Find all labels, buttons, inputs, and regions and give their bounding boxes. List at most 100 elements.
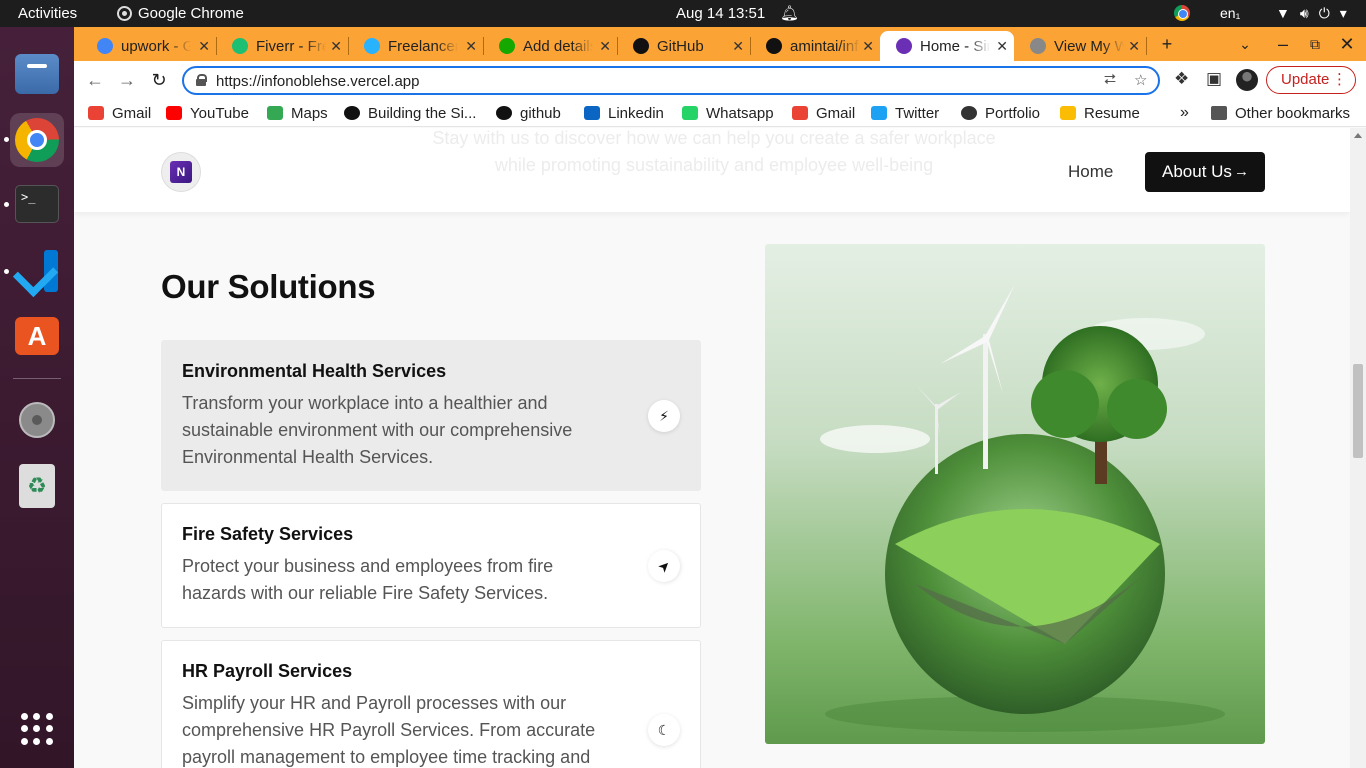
share-icon[interactable]: ⮂ bbox=[1104, 71, 1116, 88]
browser-tab[interactable]: upwork - Google ✕ bbox=[81, 31, 217, 61]
close-tab-icon[interactable]: ✕ bbox=[330, 38, 342, 55]
bookmark-star-icon[interactable]: ☆ bbox=[1134, 71, 1147, 89]
bookmark-item[interactable]: Linkedin bbox=[584, 103, 664, 123]
solution-card[interactable]: HR Payroll Services Simplify your HR and… bbox=[161, 640, 701, 768]
page-scrollbar[interactable] bbox=[1350, 128, 1366, 768]
solution-description: Simplify your HR and Payroll processes w… bbox=[182, 693, 596, 767]
solution-description: Transform your workplace into a healthie… bbox=[182, 393, 573, 467]
bookmark-item[interactable]: Gmail bbox=[792, 103, 855, 123]
dock-trash[interactable]: ♻ bbox=[10, 459, 64, 513]
browser-tab[interactable]: View My Work✕ bbox=[1014, 31, 1147, 61]
language-indicator[interactable]: en₁ bbox=[1220, 0, 1240, 27]
browser-tab[interactable]: GitHub ✕ bbox=[617, 31, 751, 61]
forward-button[interactable]: → bbox=[114, 68, 140, 94]
dock-disc[interactable] bbox=[10, 393, 64, 447]
bookmark-item[interactable]: Whatsapp bbox=[682, 103, 774, 123]
browser-tab[interactable]: Fiverr - Freelance✕ bbox=[216, 31, 349, 61]
new-tab-button[interactable]: + bbox=[1153, 31, 1181, 59]
bell-icon[interactable]: 🔔︎ bbox=[780, 0, 799, 27]
close-tab-icon[interactable]: ✕ bbox=[996, 38, 1008, 55]
tab-separator bbox=[1146, 37, 1147, 55]
bookmark-label: Building the Si... bbox=[368, 104, 477, 122]
bookmark-label: Resume bbox=[1084, 104, 1140, 122]
solution-card[interactable]: Environmental Health Services Transform … bbox=[161, 340, 701, 491]
chrome-tray-icon[interactable] bbox=[1174, 5, 1190, 21]
site-header: Stay with us to discover how we can help… bbox=[74, 128, 1350, 212]
faded-tagline-line-2: while promoting sustainability and emplo… bbox=[494, 155, 934, 175]
close-tab-icon[interactable]: ✕ bbox=[862, 38, 874, 55]
scrollbar-thumb[interactable] bbox=[1353, 364, 1363, 458]
bookmark-item[interactable]: Resume bbox=[1060, 103, 1140, 123]
folder-icon bbox=[1211, 106, 1227, 120]
globe-icon bbox=[1030, 38, 1046, 54]
vscode-icon bbox=[16, 250, 58, 292]
side-panel-icon[interactable]: ▣ bbox=[1206, 69, 1222, 89]
app-menu[interactable]: Google Chrome bbox=[117, 0, 244, 27]
logo-mark-icon: N bbox=[170, 161, 192, 183]
site-favicon bbox=[896, 38, 912, 54]
bookmark-item[interactable]: github bbox=[496, 103, 561, 123]
address-bar[interactable]: ⮂ ☆ bbox=[182, 66, 1160, 95]
bookmark-item[interactable]: Gmail bbox=[88, 103, 151, 123]
other-bookmarks-folder[interactable]: Other bookmarks bbox=[1211, 103, 1350, 123]
maximize-button[interactable]: ⧉ bbox=[1301, 31, 1329, 59]
profile-avatar[interactable] bbox=[1236, 69, 1258, 91]
tab-label: Fiverr - Freelance bbox=[256, 37, 326, 55]
minimize-button[interactable]: – bbox=[1269, 31, 1297, 59]
tab-label: Add details bbox=[523, 37, 593, 55]
dock-files[interactable] bbox=[10, 47, 64, 101]
back-button[interactable]: ← bbox=[82, 68, 108, 94]
lock-icon[interactable] bbox=[196, 74, 207, 86]
bookmark-item[interactable]: Portfolio bbox=[961, 103, 1040, 123]
close-tab-icon[interactable]: ✕ bbox=[465, 38, 477, 55]
running-indicator bbox=[4, 202, 9, 207]
url-input[interactable] bbox=[216, 71, 1076, 91]
vercel-icon bbox=[344, 106, 360, 120]
bookmark-item[interactable]: Twitter bbox=[871, 103, 939, 123]
site-logo[interactable]: N bbox=[161, 152, 201, 192]
running-indicator bbox=[4, 269, 9, 274]
browser-tab[interactable]: Home - Simple ✕ bbox=[880, 31, 1014, 61]
browser-tab[interactable]: Add details ✕ bbox=[483, 31, 618, 61]
about-us-button[interactable]: About Us → bbox=[1145, 152, 1265, 192]
solution-card[interactable]: Fire Safety Services Protect your busine… bbox=[161, 503, 701, 628]
more-bookmarks-button[interactable]: » bbox=[1180, 103, 1189, 123]
bookmark-item[interactable]: YouTube bbox=[166, 103, 249, 123]
browser-tab[interactable]: Freelancer ✕ bbox=[348, 31, 484, 61]
tab-label: View My Work bbox=[1054, 37, 1124, 55]
github-icon bbox=[766, 38, 782, 54]
close-tab-icon[interactable]: ✕ bbox=[599, 38, 611, 55]
activities-button[interactable]: Activities bbox=[18, 0, 77, 27]
extensions-icon[interactable]: ❖ bbox=[1174, 69, 1189, 89]
chevron-down-icon: ▾ bbox=[1339, 5, 1347, 21]
hero-image bbox=[765, 244, 1265, 744]
dock-chrome[interactable] bbox=[10, 113, 64, 167]
moon-icon: ☾ bbox=[648, 714, 680, 746]
scroll-up-arrow-icon[interactable] bbox=[1354, 133, 1362, 138]
system-menu[interactable]: ▼ 🔊︎ ⏻ ▾ bbox=[1276, 0, 1347, 27]
bookmark-item[interactable]: Maps bbox=[267, 103, 328, 123]
navigation-arrow-icon: ➤ bbox=[641, 543, 687, 589]
bookmark-label: Whatsapp bbox=[706, 104, 774, 122]
app-grid-icon[interactable] bbox=[21, 713, 53, 745]
system-top-bar: Activities Google Chrome Aug 14 13:51 🔔︎… bbox=[0, 0, 1366, 27]
close-tab-icon[interactable]: ✕ bbox=[198, 38, 210, 55]
update-button[interactable]: Update ⋮ bbox=[1266, 66, 1356, 94]
gmail-icon bbox=[88, 106, 104, 120]
dock-app-store[interactable]: A bbox=[10, 309, 64, 363]
tab-search-button[interactable]: ⌄ bbox=[1231, 31, 1259, 59]
close-tab-icon[interactable]: ✕ bbox=[732, 38, 744, 55]
reload-button[interactable]: ↻ bbox=[146, 68, 172, 94]
tab-label: GitHub bbox=[657, 37, 704, 55]
browser-tab[interactable]: amintai/infonoble✕ bbox=[750, 31, 880, 61]
close-window-button[interactable]: ✕ bbox=[1333, 31, 1361, 59]
nav-home-link[interactable]: Home bbox=[1068, 162, 1113, 182]
power-icon: ⏻ bbox=[1318, 5, 1330, 21]
bookmark-item[interactable]: Building the Si... bbox=[344, 103, 476, 123]
dock-terminal[interactable]: >_ bbox=[10, 177, 64, 231]
dock: >_ A ♻ bbox=[0, 27, 74, 768]
clock[interactable]: Aug 14 13:51 bbox=[676, 0, 765, 27]
fiverr-icon bbox=[232, 38, 248, 54]
close-tab-icon[interactable]: ✕ bbox=[1128, 38, 1140, 55]
dock-vscode[interactable] bbox=[10, 244, 64, 298]
